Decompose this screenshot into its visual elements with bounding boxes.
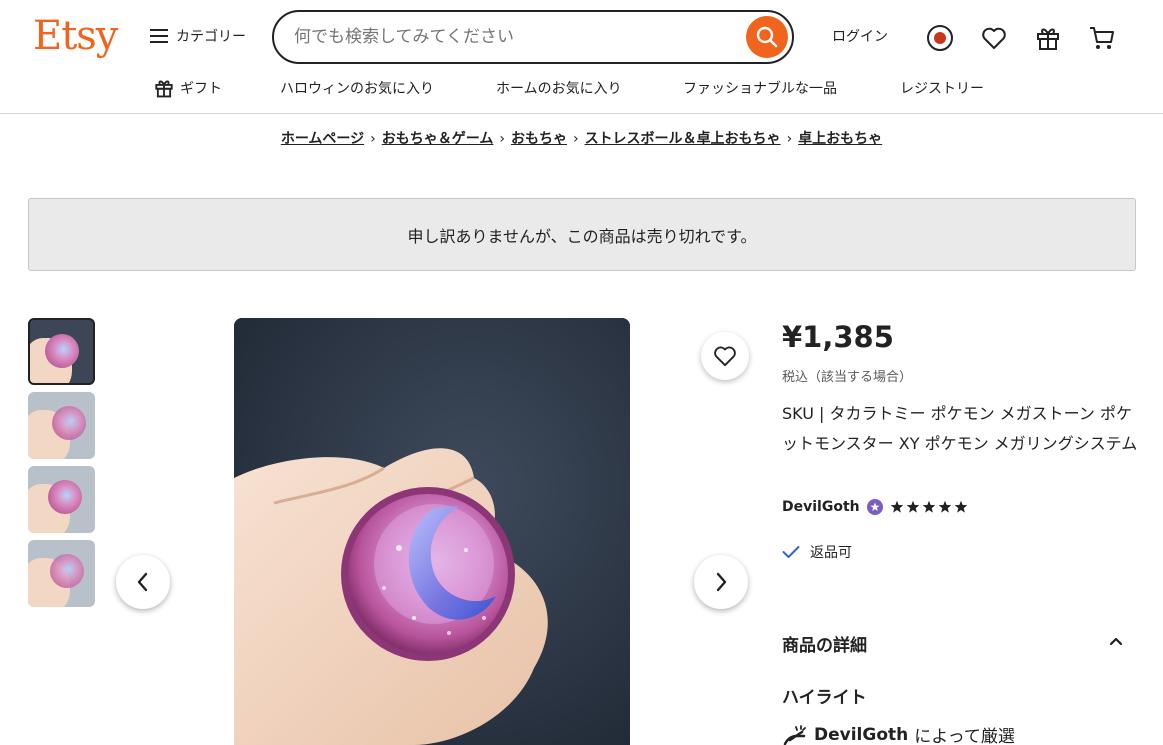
cart-button[interactable]: [1084, 20, 1120, 56]
product-photo: [234, 318, 630, 745]
highlights-heading: ハイライト: [782, 688, 867, 708]
star-icon: [938, 500, 951, 513]
site-header: Etsy カテゴリー ログイン ギフト ハロウィンのお気に入り ホームのお気に入…: [0, 0, 1163, 114]
returns-label: 返品可: [810, 545, 852, 561]
gift-icon: [155, 80, 173, 98]
chevron-up-icon: [1109, 637, 1123, 646]
sold-out-notice: 申し訳ありませんが、この商品は売り切れです。: [28, 198, 1136, 271]
chevron-left-icon: [137, 572, 148, 592]
nav-item-fashion[interactable]: ファッショナブルな一品: [683, 78, 837, 98]
nav-item-halloween[interactable]: ハロウィンのお気に入り: [280, 78, 434, 98]
nav-item-label: ハロウィンのお気に入り: [280, 81, 434, 97]
record-button[interactable]: [922, 20, 958, 56]
star-icon: [954, 500, 967, 513]
chevron-right-icon: [716, 572, 727, 592]
returns-info: 返品可: [782, 542, 852, 562]
heart-icon: [714, 346, 736, 367]
nav-item-gift[interactable]: ギフト: [154, 78, 222, 98]
thumbnail-list: [28, 318, 95, 614]
product-image: [45, 334, 79, 368]
categories-label: カテゴリー: [176, 29, 246, 45]
nav-item-label: ホームのお気に入り: [496, 81, 622, 97]
categories-button[interactable]: カテゴリー: [150, 24, 246, 48]
breadcrumb-separator: ›: [572, 131, 579, 147]
star-seller-badge-icon: [866, 499, 883, 515]
tax-note: 税込（該当する場合）: [782, 370, 913, 385]
gift-icon: [1037, 28, 1059, 50]
star-icon: [906, 500, 919, 513]
nav-item-label: ファッショナブルな一品: [683, 81, 837, 97]
breadcrumb-link[interactable]: ホームページ: [281, 131, 364, 147]
search-bar: [272, 10, 794, 64]
menu-icon: [150, 29, 168, 43]
search-icon: [756, 26, 778, 48]
star-icon: [922, 500, 935, 513]
shop-info: DevilGoth: [782, 499, 968, 515]
breadcrumb-link[interactable]: おもちゃ: [511, 131, 567, 147]
gift-button[interactable]: [1030, 20, 1066, 56]
thumbnail[interactable]: [28, 466, 95, 533]
breadcrumb-link[interactable]: 卓上おもちゃ: [798, 131, 882, 147]
category-nav: ギフト ハロウィンのお気に入り ホームのお気に入り ファッショナブルな一品 レジ…: [0, 78, 1163, 100]
main-product-image[interactable]: [234, 318, 630, 745]
breadcrumb-separator: ›: [370, 131, 376, 147]
item-details-heading: 商品の詳細: [782, 636, 867, 656]
product-image: [52, 406, 86, 440]
item-details-toggle[interactable]: 商品の詳細: [782, 631, 1132, 656]
hand-wave-icon: [783, 724, 806, 745]
curated-shop-link[interactable]: DevilGoth: [814, 725, 908, 745]
next-image-button[interactable]: [694, 555, 748, 609]
breadcrumb-link[interactable]: おもちゃ＆ゲーム: [382, 131, 494, 147]
breadcrumb-separator: ›: [499, 131, 505, 147]
thumbnail[interactable]: [28, 540, 95, 607]
curated-suffix: によって厳選: [914, 727, 1015, 745]
heart-icon: [982, 27, 1006, 49]
breadcrumb-link[interactable]: ストレスボール＆卓上おもちゃ: [585, 131, 781, 147]
nav-item-label: レジストリー: [900, 81, 984, 97]
favorites-button[interactable]: [976, 20, 1012, 56]
thumbnail[interactable]: [28, 318, 95, 385]
nav-item-label: ギフト: [180, 81, 222, 97]
price: ¥1,385: [782, 320, 894, 354]
nav-item-home[interactable]: ホームのお気に入り: [496, 78, 622, 98]
nav-item-registry[interactable]: レジストリー: [900, 78, 984, 98]
product-image: [48, 480, 82, 514]
etsy-logo[interactable]: Etsy: [33, 12, 118, 60]
cart-icon: [1090, 27, 1114, 49]
breadcrumb-separator: ›: [786, 131, 793, 147]
search-button[interactable]: [746, 16, 788, 58]
curated-by: DevilGoth によって厳選: [782, 722, 1015, 745]
thumbnail[interactable]: [28, 392, 95, 459]
record-icon: [927, 25, 953, 51]
listing-title: SKU | タカラトミー ポケモン メガストーン ポケットモンスター XY ポケ…: [782, 404, 1138, 453]
breadcrumb: ホームページ › おもちゃ＆ゲーム › おもちゃ › ストレスボール＆卓上おもちゃ › 卓上おも…: [0, 128, 1163, 148]
shop-name-link[interactable]: DevilGoth: [782, 499, 860, 515]
rating-stars[interactable]: [890, 500, 968, 514]
previous-image-button[interactable]: [116, 555, 170, 609]
login-link[interactable]: ログイン: [832, 26, 888, 46]
favorite-button[interactable]: [701, 332, 749, 380]
star-icon: [890, 500, 903, 513]
check-icon: [782, 546, 800, 558]
search-input[interactable]: [294, 12, 734, 62]
product-image: [50, 554, 84, 588]
